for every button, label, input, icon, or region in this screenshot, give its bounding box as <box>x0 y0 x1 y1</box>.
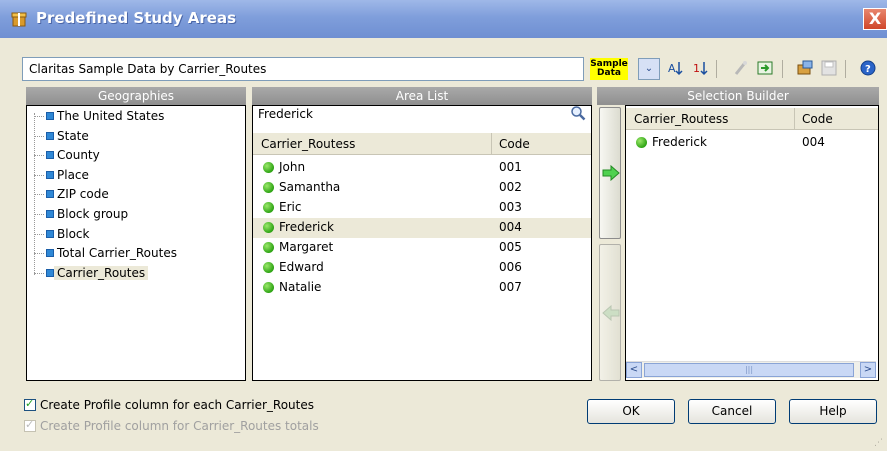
save-icon[interactable] <box>818 58 840 80</box>
geo-item-zip-code[interactable]: ZIP code <box>30 185 177 205</box>
profile-each-label: Create Profile column for each Carrier_R… <box>40 398 314 412</box>
remove-from-selection-button[interactable] <box>599 244 621 381</box>
selection-columns: Carrier_Routess Code <box>626 108 878 130</box>
chevron-down-icon[interactable]: ⌄ <box>638 58 660 80</box>
list-item[interactable]: John 001 <box>253 158 591 178</box>
ok-button[interactable]: OK <box>587 399 675 424</box>
transfer-controls <box>599 107 621 381</box>
area-search[interactable]: Frederick <box>252 103 592 125</box>
profile-each-checkbox[interactable]: Create Profile column for each Carrier_R… <box>24 397 314 412</box>
dialog-window: Predefined Study Areas X Claritas Sample… <box>0 0 887 451</box>
geo-item-block-group[interactable]: Block group <box>30 205 177 225</box>
help-button[interactable]: Help <box>789 399 877 424</box>
geo-node-icon <box>46 249 54 258</box>
geo-item-the-united-states[interactable]: The United States <box>30 107 177 127</box>
checkbox-checked-icon[interactable] <box>24 397 36 411</box>
selection-item[interactable]: Frederick 004 <box>626 133 878 153</box>
cancel-button[interactable]: Cancel <box>688 399 776 424</box>
sort-12-icon[interactable]: 1 <box>690 58 712 80</box>
geo-item-total-carrier-routes[interactable]: Total Carrier_Routes <box>30 244 177 264</box>
column-header-name[interactable]: Carrier_Routess <box>261 133 355 155</box>
close-button[interactable]: X <box>863 8 887 30</box>
geo-node-icon <box>46 229 54 238</box>
sample-data-badge[interactable]: Sample Data <box>590 58 628 80</box>
status-dot-icon <box>263 242 274 253</box>
database-icon[interactable] <box>794 58 816 80</box>
export-icon[interactable] <box>754 58 776 80</box>
geo-item-carrier-routes[interactable]: Carrier_Routes <box>30 264 177 284</box>
toolbar-separator <box>716 60 717 78</box>
svg-text:?: ? <box>865 64 871 75</box>
box-icon <box>11 12 27 27</box>
title-bar[interactable]: Predefined Study Areas X <box>0 0 887 38</box>
geo-item-state[interactable]: State <box>30 127 177 147</box>
status-dot-icon <box>263 222 274 233</box>
profile-totals-checkbox[interactable]: Create Profile column for Carrier_Routes… <box>24 418 319 433</box>
area-list-columns: Carrier_Routess Code <box>253 133 591 155</box>
scroll-left-icon[interactable]: < <box>626 362 642 378</box>
list-item-selected[interactable]: Frederick 004 <box>253 218 591 238</box>
toolbar-separator <box>782 60 783 78</box>
search-icon[interactable] <box>570 105 586 121</box>
geo-node-icon <box>46 190 54 199</box>
selection-builder-header: Selection Builder <box>597 87 879 105</box>
geo-node-icon <box>46 268 54 277</box>
geographies-header: Geographies <box>26 87 246 105</box>
list-item[interactable]: Natalie 007 <box>253 278 591 298</box>
geo-item-block[interactable]: Block <box>30 225 177 245</box>
status-dot-icon <box>263 202 274 213</box>
column-header-name[interactable]: Carrier_Routess <box>634 108 728 130</box>
geo-node-icon <box>46 112 54 120</box>
horizontal-scrollbar[interactable]: < ||| > <box>626 361 876 378</box>
list-item[interactable]: Eric 003 <box>253 198 591 218</box>
arrow-left-icon <box>602 305 620 321</box>
geographies-list: The United States State County Place ZIP… <box>30 107 177 283</box>
status-dot-icon <box>263 262 274 273</box>
svg-text:1: 1 <box>693 62 700 75</box>
svg-text:A: A <box>668 62 676 75</box>
status-dot-icon <box>636 137 647 148</box>
status-dot-icon <box>263 182 274 193</box>
resize-grip-icon[interactable]: ⋰ <box>874 438 884 448</box>
sample-badge-line2: Data <box>597 68 621 78</box>
geo-item-county[interactable]: County <box>30 146 177 166</box>
geo-item-place[interactable]: Place <box>30 166 177 186</box>
sort-az-icon[interactable]: A <box>665 58 687 80</box>
column-header-code[interactable]: Code <box>499 133 530 155</box>
data-source-field[interactable]: Claritas Sample Data by Carrier_Routes <box>22 57 584 81</box>
list-item[interactable]: Samantha 002 <box>253 178 591 198</box>
arrow-right-icon <box>602 165 620 181</box>
toolbar-separator <box>845 60 846 78</box>
wand-icon[interactable] <box>730 58 752 80</box>
search-input[interactable]: Frederick <box>258 107 313 121</box>
geo-node-icon <box>46 131 54 140</box>
status-dot-icon <box>263 282 274 293</box>
list-item[interactable]: Edward 006 <box>253 258 591 278</box>
add-to-selection-button[interactable] <box>599 107 621 239</box>
profile-totals-label: Create Profile column for Carrier_Routes… <box>40 419 319 433</box>
geo-node-icon <box>46 151 54 160</box>
geo-node-icon <box>46 170 54 179</box>
checkbox-checked-icon[interactable] <box>24 418 36 432</box>
scroll-right-icon[interactable]: > <box>860 362 876 378</box>
column-header-code[interactable]: Code <box>802 108 833 130</box>
help-icon[interactable]: ? <box>857 58 879 80</box>
status-dot-icon <box>263 162 274 173</box>
list-item[interactable]: Margaret 005 <box>253 238 591 258</box>
window-title: Predefined Study Areas <box>36 9 237 27</box>
scroll-thumb[interactable]: ||| <box>644 363 854 377</box>
geo-node-icon <box>46 209 54 218</box>
